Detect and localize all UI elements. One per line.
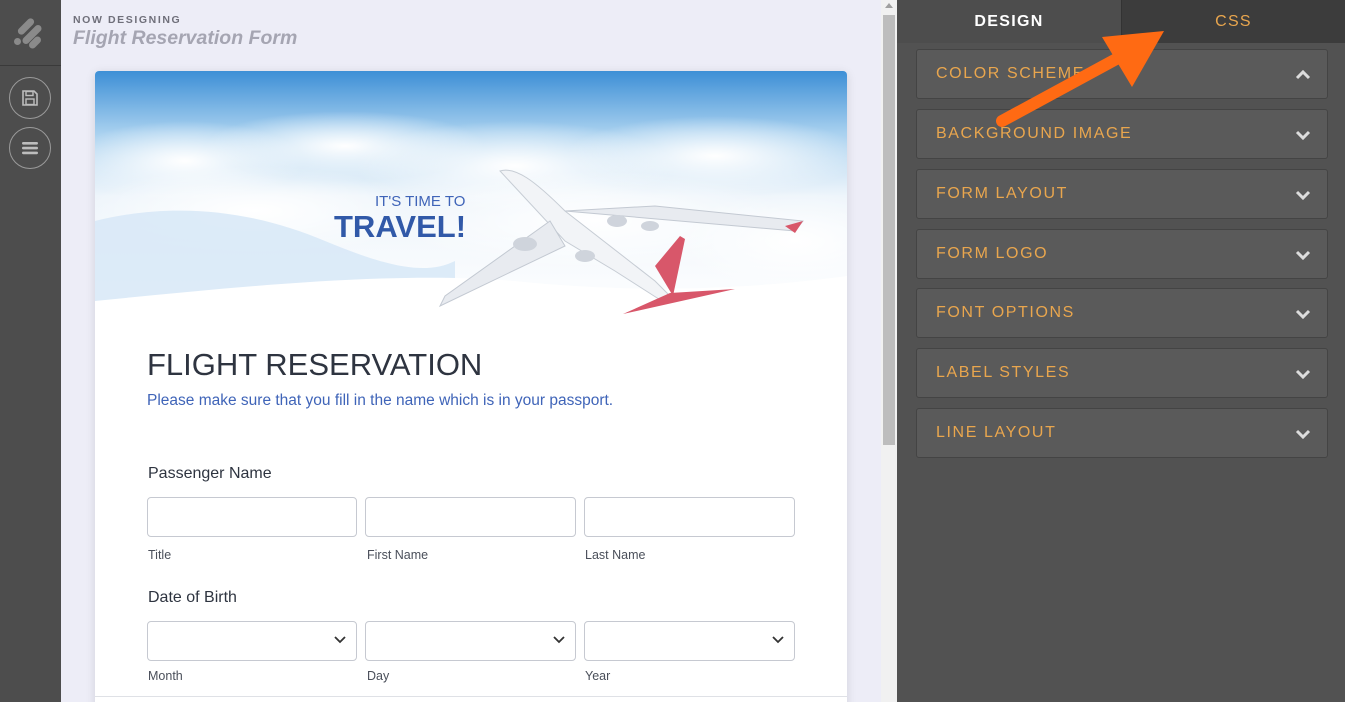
logo-icon[interactable]	[12, 14, 48, 50]
chevron-down-icon	[1295, 190, 1311, 200]
day-select[interactable]	[365, 621, 576, 661]
chevron-down-icon	[1295, 309, 1311, 319]
section-label: FONT OPTIONS	[936, 304, 1075, 321]
section-label: LABEL STYLES	[936, 364, 1071, 381]
hero-banner-image	[95, 71, 847, 321]
scrollbar-thumb[interactable]	[883, 15, 895, 445]
section-font-options[interactable]: FONT OPTIONS	[916, 288, 1328, 338]
section-label: FORM LOGO	[936, 245, 1049, 262]
chevron-down-icon	[334, 636, 346, 644]
section-form-logo[interactable]: FORM LOGO	[916, 229, 1328, 279]
title-input[interactable]	[147, 497, 357, 537]
section-line-layout[interactable]: LINE LAYOUT	[916, 408, 1328, 458]
annotation-arrow-icon	[996, 31, 1164, 127]
save-button[interactable]	[9, 77, 51, 119]
section-label-styles[interactable]: LABEL STYLES	[916, 348, 1328, 398]
chevron-down-icon	[1295, 369, 1311, 379]
field-divider	[95, 696, 847, 697]
section-label: FORM LAYOUT	[936, 185, 1068, 202]
chevron-down-icon	[1295, 429, 1311, 439]
last-name-sublabel: Last Name	[585, 548, 646, 562]
date-of-birth-label: Date of Birth	[148, 589, 237, 606]
chevron-down-icon	[553, 636, 565, 644]
day-sublabel: Day	[367, 669, 390, 683]
title-sublabel: Title	[148, 548, 172, 562]
chevron-down-icon	[1295, 250, 1311, 260]
year-select[interactable]	[584, 621, 795, 661]
month-sublabel: Month	[148, 669, 183, 683]
form-card: IT'S TIME TO TRAVEL! FLIGHT RESERVATION …	[95, 71, 847, 702]
rail-divider	[0, 65, 61, 66]
left-rail	[0, 0, 61, 702]
hero-tagline-big: TRAVEL!	[334, 209, 467, 244]
last-name-input[interactable]	[584, 497, 795, 537]
month-select[interactable]	[147, 621, 357, 661]
passenger-name-label: Passenger Name	[148, 465, 272, 482]
first-name-sublabel: First Name	[367, 548, 429, 562]
section-label: LINE LAYOUT	[936, 424, 1057, 441]
first-name-input[interactable]	[365, 497, 576, 537]
section-form-layout[interactable]: FORM LAYOUT	[916, 169, 1328, 219]
form-subtitle[interactable]: Please make sure that you fill in the na…	[147, 392, 613, 410]
menu-icon	[22, 142, 38, 155]
now-designing-label: NOW DESIGNING	[73, 14, 182, 26]
menu-button[interactable]	[9, 127, 51, 169]
hero-tagline-small: IT'S TIME TO	[375, 193, 466, 210]
save-icon	[22, 90, 38, 106]
chevron-down-icon	[1295, 130, 1311, 140]
chevron-up-icon	[1295, 70, 1311, 80]
scroll-up-arrow-icon[interactable]	[885, 3, 893, 8]
chevron-down-icon	[772, 636, 784, 644]
form-title[interactable]: FLIGHT RESERVATION	[147, 347, 482, 383]
year-sublabel: Year	[585, 669, 611, 683]
form-name-title[interactable]: Flight Reservation Form	[73, 27, 297, 50]
